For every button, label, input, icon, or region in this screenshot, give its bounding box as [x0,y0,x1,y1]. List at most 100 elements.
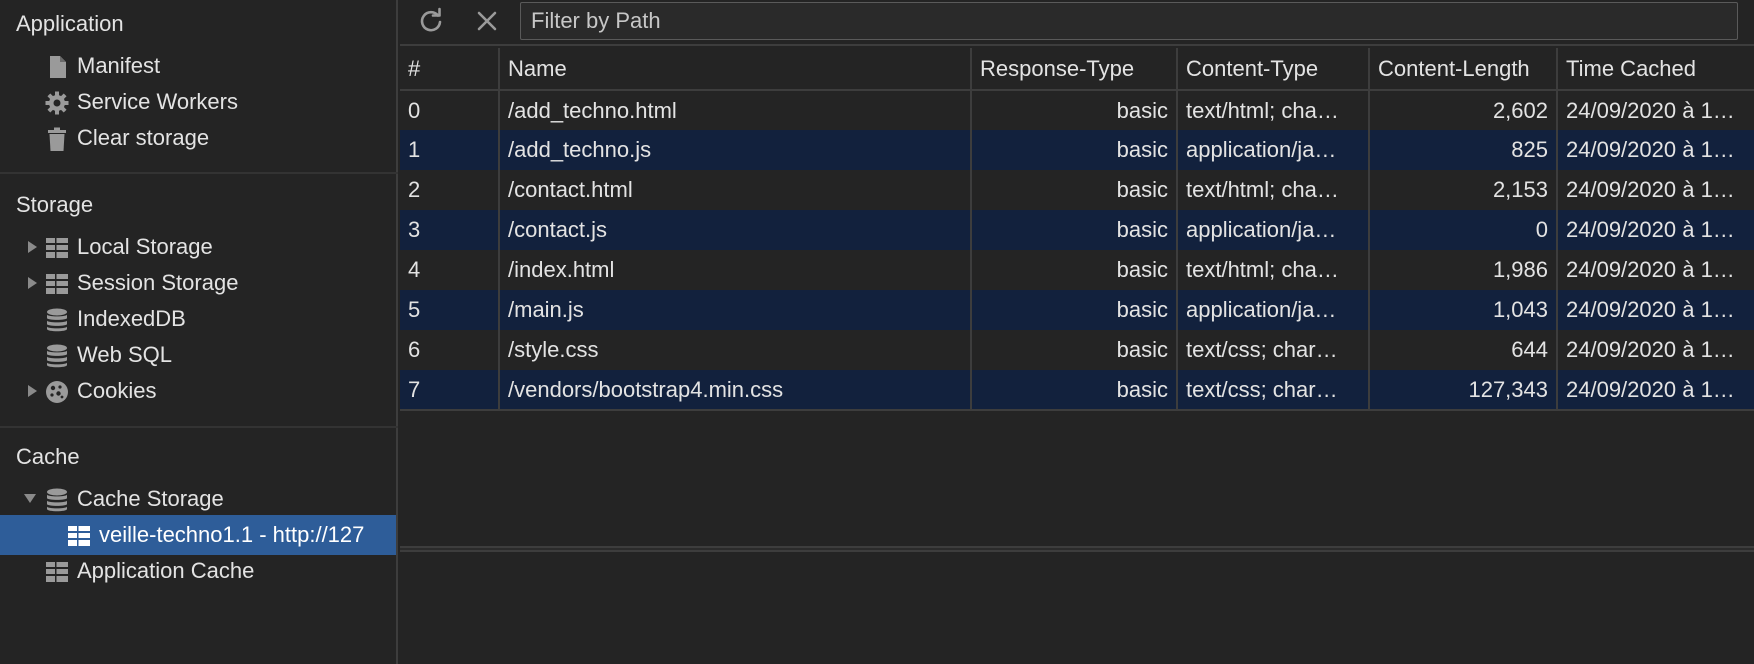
refresh-button[interactable] [416,6,446,36]
column-header-index[interactable]: # [400,48,500,91]
cell-content-length: 825 [1369,130,1558,170]
sidebar-item-application-cache[interactable]: Application Cache [0,551,396,591]
table-header-row: # Name Response-Type Content-Type Conten… [400,48,1754,91]
table-row[interactable]: 4/index.html basic text/html; cha… 1,986 24/… [400,250,1754,290]
table-row[interactable]: 0/add_techno.html basic text/html; cha… 2,6… [400,90,1754,130]
cookie-icon [44,378,70,404]
sidebar-item-web-sql[interactable]: Web SQL [0,335,396,375]
cell-name: /contact.html [499,170,972,210]
expand-arrow-icon[interactable] [26,371,40,411]
cell-content-type: text/html; cha… [1177,90,1370,130]
grid-icon [44,234,70,260]
grid-empty-area [400,414,1754,546]
sidebar-item-clear-storage[interactable]: Clear storage [0,118,396,158]
cell-response-type: basic [971,290,1178,330]
section-title-storage: Storage [16,192,94,217]
cell-response-type: basic [971,90,1178,130]
cell-content-length: 644 [1369,330,1558,370]
document-icon [44,53,70,79]
cell-response-type: basic [971,330,1178,370]
sidebar-item-indexeddb[interactable]: IndexedDB [0,299,396,339]
database-icon [44,342,70,368]
sidebar-item-label: Manifest [77,53,161,78]
table-row[interactable]: 2/contact.html basic text/html; cha… 2,153 2… [400,170,1754,210]
cell-content-type: text/css; char… [1177,330,1370,370]
cell-index: 7 [400,370,500,411]
table-row[interactable]: 3/contact.js basic application/ja… 0 24/09/2… [400,210,1754,250]
cell-response-type: basic [971,250,1178,290]
sidebar-item-service-workers[interactable]: Service Workers [0,82,396,122]
cell-name: /main.js [499,290,972,330]
sidebar-item-label: veille-techno1.1 - http://127 [99,522,365,547]
filter-by-path-input[interactable] [520,2,1738,40]
column-header-time-cached[interactable]: Time Cached [1557,48,1754,91]
cell-index: 4 [400,250,500,290]
sidebar-item-session-storage[interactable]: Session Storage [0,263,396,303]
cell-time-cached: 24/09/2020 à 1… [1557,90,1754,130]
cell-content-type: text/html; cha… [1177,250,1370,290]
cell-content-type: application/ja… [1177,210,1370,250]
sidebar-item-cache-storage[interactable]: Cache Storage [0,479,396,519]
column-header-content-length[interactable]: Content-Length [1369,48,1558,91]
sidebar-item-label: Web SQL [77,342,172,367]
preview-pane [400,552,1754,664]
cell-name: /style.css [499,330,972,370]
sidebar-item-label: Application Cache [77,558,255,583]
grid-icon [44,270,70,296]
expand-arrow-icon[interactable] [26,263,40,303]
sidebar-item-label: Cookies [77,378,157,403]
table-body: 0/add_techno.html basic text/html; cha… 2,6… [400,90,1754,411]
expanded-arrow-icon[interactable] [23,479,37,519]
table-row[interactable]: 5/main.js basic application/ja… 1,043 24/09/… [400,290,1754,330]
cell-content-length: 0 [1369,210,1558,250]
section-title-cache: Cache [16,444,80,469]
sidebar-item-label: Clear storage [77,125,210,150]
cell-index: 2 [400,170,500,210]
sidebar-item-label: IndexedDB [77,306,186,331]
sidebar-item-veille-techno1-1-http-127[interactable]: veille-techno1.1 - http://127 [0,515,396,555]
clear-filter-button[interactable] [472,6,502,36]
cell-name: /add_techno.js [499,130,972,170]
cell-response-type: basic [971,130,1178,170]
column-header-name[interactable]: Name [499,48,972,91]
database-icon [44,486,70,512]
sidebar-item-label: Service Workers [77,89,238,114]
cell-response-type: basic [971,210,1178,250]
cell-content-type: text/css; char… [1177,370,1370,411]
cell-response-type: basic [971,370,1178,411]
sidebar-item-local-storage[interactable]: Local Storage [0,227,396,267]
table-row[interactable]: 7/vendors/bootstrap4.min.css basic text/cs… [400,370,1754,411]
database-icon [44,306,70,332]
cell-time-cached: 24/09/2020 à 1… [1557,250,1754,290]
table-row[interactable]: 1/add_techno.js basic application/ja… 825 24… [400,130,1754,170]
table-row[interactable]: 6/style.css basic text/css; char… 644 24/09/… [400,330,1754,370]
section-divider [0,426,398,428]
cell-index: 3 [400,210,500,250]
grid-icon [44,558,70,584]
cell-time-cached: 24/09/2020 à 1… [1557,170,1754,210]
cache-entries-grid: # Name Response-Type Content-Type Conten… [400,48,1754,411]
section-divider [0,172,398,174]
cell-content-type: application/ja… [1177,130,1370,170]
sidebar-item-manifest[interactable]: Manifest [0,46,396,86]
cell-index: 1 [400,130,500,170]
expand-arrow-icon[interactable] [26,227,40,267]
trash-icon [44,125,70,151]
sidebar-item-cookies[interactable]: Cookies [0,371,396,411]
cell-time-cached: 24/09/2020 à 1… [1557,370,1754,411]
cache-entries-table: # Name Response-Type Content-Type Conten… [400,48,1754,411]
sidebar-item-label: Cache Storage [77,486,224,511]
cell-name: /vendors/bootstrap4.min.css [499,370,972,411]
cell-index: 5 [400,290,500,330]
cell-content-type: text/html; cha… [1177,170,1370,210]
column-header-response-type[interactable]: Response-Type [971,48,1178,91]
close-icon [477,11,497,31]
cell-time-cached: 24/09/2020 à 1… [1557,290,1754,330]
cell-time-cached: 24/09/2020 à 1… [1557,330,1754,370]
sidebar-item-label: Local Storage [77,234,213,259]
column-header-content-type[interactable]: Content-Type [1177,48,1370,91]
gear-icon [44,89,70,115]
cell-time-cached: 24/09/2020 à 1… [1557,130,1754,170]
cell-time-cached: 24/09/2020 à 1… [1557,210,1754,250]
cell-response-type: basic [971,170,1178,210]
